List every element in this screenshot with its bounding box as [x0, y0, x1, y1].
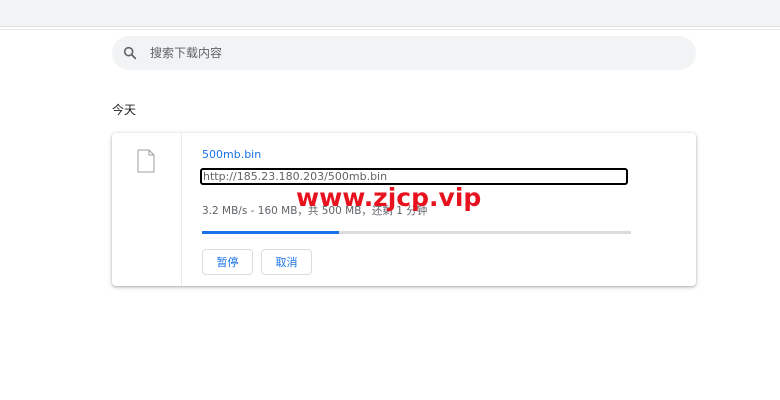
file-icon-column	[112, 133, 182, 286]
search-bar[interactable]	[112, 36, 696, 70]
browser-top-bar	[0, 0, 780, 27]
cancel-button[interactable]: 取消	[261, 249, 312, 275]
progress-fill	[202, 231, 340, 234]
search-input[interactable]	[150, 46, 670, 60]
file-name-link[interactable]: 500mb.bin	[202, 148, 261, 161]
pause-button[interactable]: 暂停	[202, 249, 253, 275]
date-section-title: 今天	[112, 103, 137, 117]
file-icon	[137, 149, 155, 173]
header-divider	[0, 29, 780, 30]
watermark-text: www.zjcp.vip	[296, 183, 482, 212]
search-icon	[123, 46, 137, 60]
progress-bar	[202, 231, 631, 234]
